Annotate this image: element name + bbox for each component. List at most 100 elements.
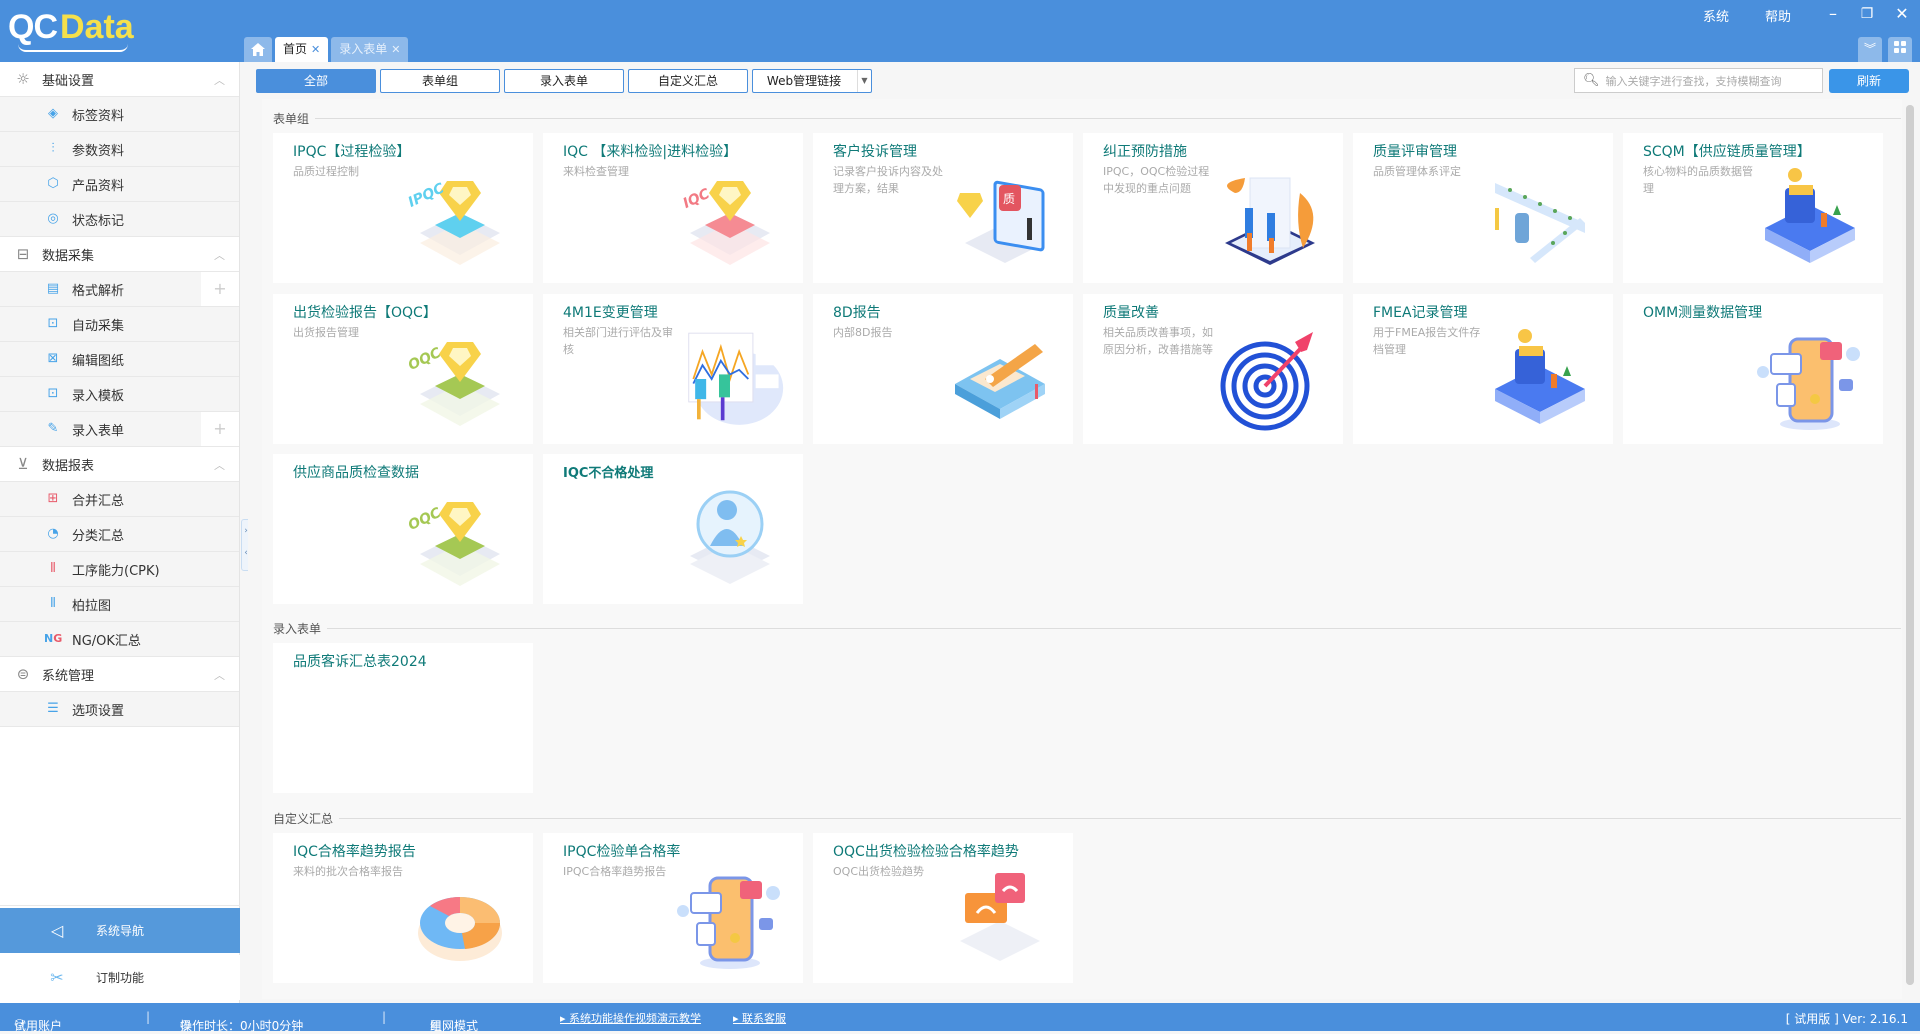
svg-text:OQC: OQC [406, 505, 444, 534]
sidebar-item-cpk[interactable]: ⫴ 工序能力(CPK) [0, 552, 239, 587]
tab-close-icon[interactable]: ✕ [311, 37, 320, 62]
sidebar-group-data-reports[interactable]: ⊻ 数据报表 ︿ [0, 447, 239, 482]
card-description: 记录客户投诉内容及处理方案，结果 [833, 165, 943, 195]
card-item-0-2[interactable]: 客户投诉管理 记录客户投诉内容及处理方案，结果质 [813, 133, 1073, 283]
card-ipqc[interactable]: IPQC【过程检验】 品质过程控制 IPQC [273, 133, 533, 283]
add-button[interactable]: + [201, 272, 239, 306]
card-scqm[interactable]: SCQM【供应链质量管理】核心物料的品质数据管理 [1623, 133, 1883, 283]
sidebar-item-tag-data[interactable]: ◈ 标签资料 [0, 97, 239, 132]
custom-features-button[interactable]: ✂ 订制功能 [0, 955, 240, 1000]
conveyor-illustration [1485, 163, 1595, 273]
section-label-custom-summary: 自定义汇总 [273, 810, 1901, 827]
svg-text:质: 质 [1003, 192, 1015, 206]
sidebar-item-param-data[interactable]: ⫶ 参数资料 [0, 132, 239, 167]
card-title: FMEA记录管理 [1373, 305, 1468, 321]
sidebar-group-data-collection[interactable]: ⊟ 数据采集 ︿ [0, 237, 239, 272]
handshake-illustration [1215, 163, 1325, 273]
card-oqc[interactable]: OQC出货检验检验合格率趋势 OQC出货检验趋势 [813, 833, 1073, 983]
sidebar-item-ng-ok[interactable]: NG NG/OK汇总 [0, 622, 239, 657]
sidebar-item-pareto[interactable]: ⫴ 柏拉图 [0, 587, 239, 622]
send-icon: ◁ [50, 921, 64, 940]
refresh-button[interactable]: 刷新 [1829, 69, 1909, 93]
filter-entry-form[interactable]: 录入表单 [504, 69, 624, 93]
video-tutorial-link[interactable]: ▸ 系统功能操作视频演示教学 [560, 1010, 701, 1026]
tools-icon: ✂ [50, 968, 64, 987]
home-tab[interactable] [244, 37, 272, 62]
sidebar-item-category-summary[interactable]: ◔ 分类汇总 [0, 517, 239, 552]
book-ruler-illustration [945, 324, 1055, 434]
tab-home[interactable]: 首页 ✕ [275, 37, 329, 62]
search-input[interactable]: 🔍︎ 输入关键字进行查找，支持模糊查询 [1574, 68, 1823, 93]
filter-form-group[interactable]: 表单组 [380, 69, 500, 93]
complaint-board-illustration: 质 [945, 163, 1055, 273]
card-item-0-12[interactable]: 供应商品质检查数据 OQC [273, 454, 533, 604]
scrollbar-thumb[interactable] [1906, 105, 1914, 985]
sidebar-item-edit-drawing[interactable]: ⊠ 编辑图纸 [0, 342, 239, 377]
svg-text:OQC: OQC [406, 345, 444, 374]
sidebar-group-system-management[interactable]: ⊜ 系统管理 ︿ [0, 657, 239, 692]
oqc-diamond-illustration: OQC [405, 324, 515, 434]
card-item-0-9[interactable]: 质量改善 相关品质改善事项，如原因分析，改善措施等 [1083, 294, 1343, 444]
tab-close-icon[interactable]: ✕ [391, 37, 400, 62]
sidebar-item-format-parse[interactable]: ▤ 格式解析 + [0, 272, 239, 307]
card-2024[interactable]: 品质客诉汇总表2024 [273, 643, 533, 793]
filter-all[interactable]: 全部 [256, 69, 376, 93]
card-iqc[interactable]: IQC合格率趋势报告 来料的批次合格率报告 [273, 833, 533, 983]
filter-custom-summary[interactable]: 自定义汇总 [628, 69, 748, 93]
card-iqc[interactable]: IQC不合格处理 [543, 454, 803, 604]
card-8d[interactable]: 8D报告 内部8D报告 [813, 294, 1073, 444]
add-button[interactable]: + [201, 412, 239, 446]
card-description: 相关部门进行评估及审核 [563, 326, 673, 356]
card-title: OMM测量数据管理 [1643, 305, 1763, 321]
close-icon[interactable]: ✕ [1887, 2, 1917, 26]
sidebar-item-auto-collect[interactable]: ⊡ 自动采集 [0, 307, 239, 342]
target-illustration [1215, 324, 1325, 434]
sidebar-item-product-data[interactable]: ⬡ 产品资料 [0, 167, 239, 202]
sidebar-item-entry-template[interactable]: ⊡ 录入模板 [0, 377, 239, 412]
sidebar: ☼ 基础设置 ︿ ◈ 标签资料 ⫶ 参数资料 ⬡ 产品资料 ◎ 状态标记 ⊟ 数据采集 ︿ ▤ 格… [0, 62, 240, 1003]
card-title: IQC合格率趋势报告 [293, 844, 416, 860]
card-title: IPQC【过程检验】 [293, 144, 411, 160]
minimize-icon[interactable]: – [1818, 2, 1848, 26]
sidebar-item-status-mark[interactable]: ◎ 状态标记 [0, 202, 239, 237]
menu-help[interactable]: 帮助 [1765, 6, 1791, 25]
sidebar-group-basic-settings[interactable]: ☼ 基础设置 ︿ [0, 62, 239, 97]
system-navigation-button[interactable]: ◁ 系统导航 [0, 908, 240, 953]
card-omm[interactable]: OMM测量数据管理 [1623, 294, 1883, 444]
card-description: 来料检查管理 [563, 165, 629, 178]
card-description: 核心物料的品质数据管理 [1643, 165, 1753, 195]
menu-system[interactable]: 系统 [1703, 6, 1729, 25]
chart-people-illustration [675, 324, 785, 434]
vertical-scrollbar[interactable] [1906, 105, 1914, 985]
chevron-up-icon: ︿ [214, 74, 225, 87]
phone-map-illustration [1755, 324, 1865, 434]
card-fmea[interactable]: FMEA记录管理 用于FMEA报告文件存档管理 [1353, 294, 1613, 444]
phone-map-illustration [675, 863, 785, 973]
section-label-form-group: 表单组 [273, 110, 1901, 127]
sidebar-item-merge-summary[interactable]: ⊞ 合并汇总 [0, 482, 239, 517]
chevrons-down-icon[interactable]: ︾ [1858, 37, 1882, 62]
card-description: 内部8D报告 [833, 326, 893, 339]
card-4m1e[interactable]: 4M1E变更管理 相关部门进行评估及审核 [543, 294, 803, 444]
sidebar-item-entry-form[interactable]: ✎ 录入表单 + [0, 412, 239, 447]
card-description: 品质管理体系评定 [1373, 165, 1461, 178]
filter-web-links[interactable]: Web管理链接 ▼ [752, 69, 872, 93]
card-title: SCQM【供应链质量管理】 [1643, 144, 1811, 160]
sidebar-item-options[interactable]: ☰ 选项设置 [0, 692, 239, 727]
dropdown-arrow-icon[interactable]: ▼ [857, 70, 871, 92]
card-ipqc[interactable]: IPQC检验单合格率 IPQC合格率趋势报告 [543, 833, 803, 983]
card-item-0-4[interactable]: 质量评审管理 品质管理体系评定 [1353, 133, 1613, 283]
list-check-icon: ☰ [47, 701, 59, 716]
merge-icon: ⊞ [47, 491, 59, 506]
card-description: IPQC合格率趋势报告 [563, 865, 667, 878]
contact-support-link[interactable]: ▸ 联系客服 [733, 1010, 786, 1026]
wallet-iso-illustration [1485, 324, 1595, 434]
grid-icon[interactable] [1888, 37, 1912, 62]
restore-icon[interactable]: ❐ [1852, 2, 1882, 26]
card-title: 供应商品质检查数据 [293, 465, 419, 481]
card-iqc[interactable]: IQC 【来料检验|进料检验】 来料检查管理 IQC [543, 133, 803, 283]
card-oqc[interactable]: 出货检验报告【OQC】 出货报告管理 OQC [273, 294, 533, 444]
card-description: 出货报告管理 [293, 326, 359, 339]
tab-entry-form[interactable]: 录入表单 ✕ [331, 37, 409, 62]
card-item-0-3[interactable]: 纠正预防措施 IPQC，OQC检验过程中发现的重点问题 [1083, 133, 1343, 283]
